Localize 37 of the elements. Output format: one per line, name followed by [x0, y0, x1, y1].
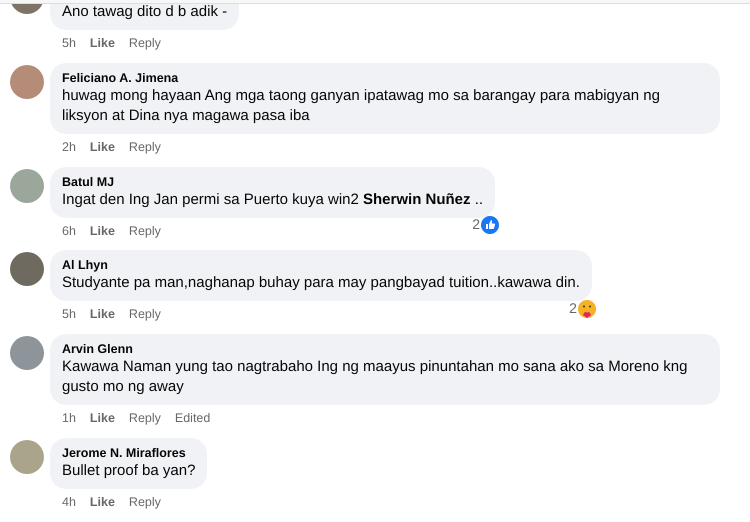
avatar: [10, 252, 44, 286]
comment-author[interactable]: Al Lhyn: [62, 257, 580, 274]
comment-author[interactable]: Batul MJ: [62, 174, 484, 190]
avatar: [10, 64, 44, 99]
avatar: [10, 336, 44, 370]
comment-author[interactable]: Feliciano A. Jimena: [62, 70, 708, 86]
reply-link[interactable]: Reply: [128, 409, 161, 428]
reply-link[interactable]: Reply: [128, 34, 161, 53]
comment-time[interactable]: 5h: [62, 305, 76, 324]
like-link[interactable]: Like: [90, 34, 115, 53]
edited-label: Edited: [174, 410, 210, 427]
comment-text: Kawawa Naman yung tao nagtrabaho Ing ng maayus pinuntahan mo sana ako sa Moreno kng gusto mo ng away: [62, 357, 688, 397]
comment-text: huwag mong hayaan Ang mga taong ganyan ipatawag mo sa barangay para mabigyan ng liksyon at Dina nya magawa pasa iba: [62, 86, 661, 126]
comment-text: Ano tawag dito d b adik -: [62, 2, 228, 22]
comment-time[interactable]: 1h: [62, 409, 76, 428]
reply-link[interactable]: Reply: [128, 492, 161, 512]
reply-link[interactable]: Reply: [128, 222, 161, 240]
comment-text: Ingat den Ing Jan permi sa Puerto kuya win2 Sherwin Nuñez ..: [62, 190, 484, 210]
reaction-count[interactable]: 2: [569, 298, 577, 320]
like-link[interactable]: Like: [90, 138, 115, 156]
comment-author[interactable]: Jerome N. Miraflores: [62, 444, 196, 461]
like-link[interactable]: Like: [90, 492, 115, 512]
comment-time[interactable]: 4h: [62, 492, 76, 512]
comment-time[interactable]: 6h: [62, 222, 76, 240]
reply-link[interactable]: Reply: [128, 138, 161, 156]
like-link[interactable]: Like: [90, 409, 115, 428]
avatar: [10, 440, 44, 474]
like-link[interactable]: Like: [90, 305, 115, 324]
comment-text: Bullet proof ba yan?: [62, 460, 196, 481]
like-link[interactable]: Like: [90, 222, 115, 240]
comment-author[interactable]: Arvin Glenn: [62, 341, 708, 357]
avatar: [10, 168, 44, 202]
comment-text: Studyante pa man,naghanap buhay para may pangbayad tuition..kawawa din.: [62, 273, 580, 294]
comment-time[interactable]: 5h: [62, 34, 76, 53]
comment-time[interactable]: 2h: [62, 138, 76, 156]
reaction-count[interactable]: 2: [472, 214, 480, 236]
reply-link[interactable]: Reply: [128, 305, 161, 324]
